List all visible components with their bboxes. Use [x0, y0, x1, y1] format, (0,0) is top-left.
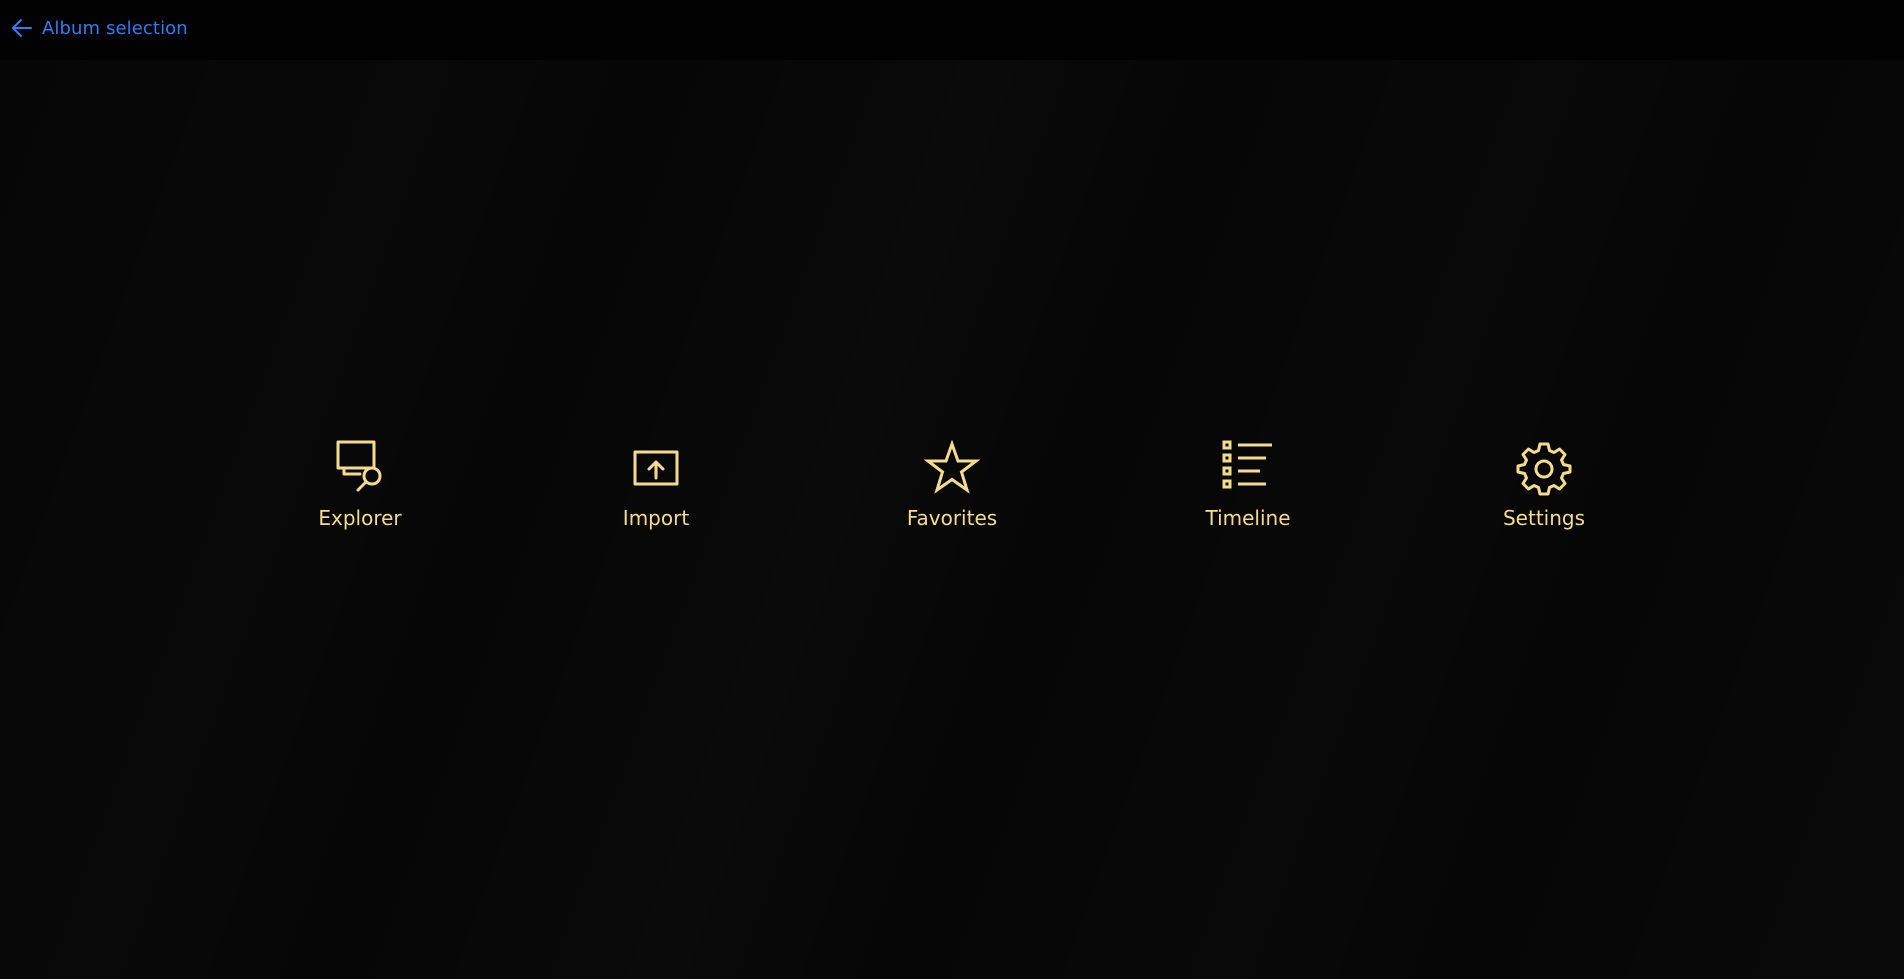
list-icon — [1220, 440, 1276, 496]
menu-item-label: Timeline — [1205, 506, 1291, 530]
top-bar: Album selection — [0, 0, 1904, 60]
album-selection-back-link[interactable]: Album selection — [10, 16, 188, 40]
menu-item-label: Favorites — [906, 506, 998, 530]
explorer-icon — [332, 440, 388, 496]
menu-item-label: Settings — [1502, 506, 1586, 530]
menu-item-settings[interactable]: Settings — [1454, 440, 1634, 540]
star-icon — [924, 440, 980, 496]
import-icon — [628, 440, 684, 496]
back-link-label: Album selection — [42, 17, 188, 39]
menu-item-explorer[interactable]: Explorer — [270, 440, 450, 540]
menu-item-label: Explorer — [318, 506, 402, 530]
main-menu: Explorer Import Favorites Timeline Setti… — [0, 440, 1904, 550]
menu-item-label: Import — [622, 506, 690, 530]
app-window: Album selection Explorer Import Favorite… — [0, 0, 1904, 979]
gear-icon — [1516, 440, 1572, 496]
menu-item-timeline[interactable]: Timeline — [1158, 440, 1338, 540]
menu-item-favorites[interactable]: Favorites — [862, 440, 1042, 540]
menu-item-import[interactable]: Import — [566, 440, 746, 540]
arrow-left-icon — [12, 19, 32, 37]
